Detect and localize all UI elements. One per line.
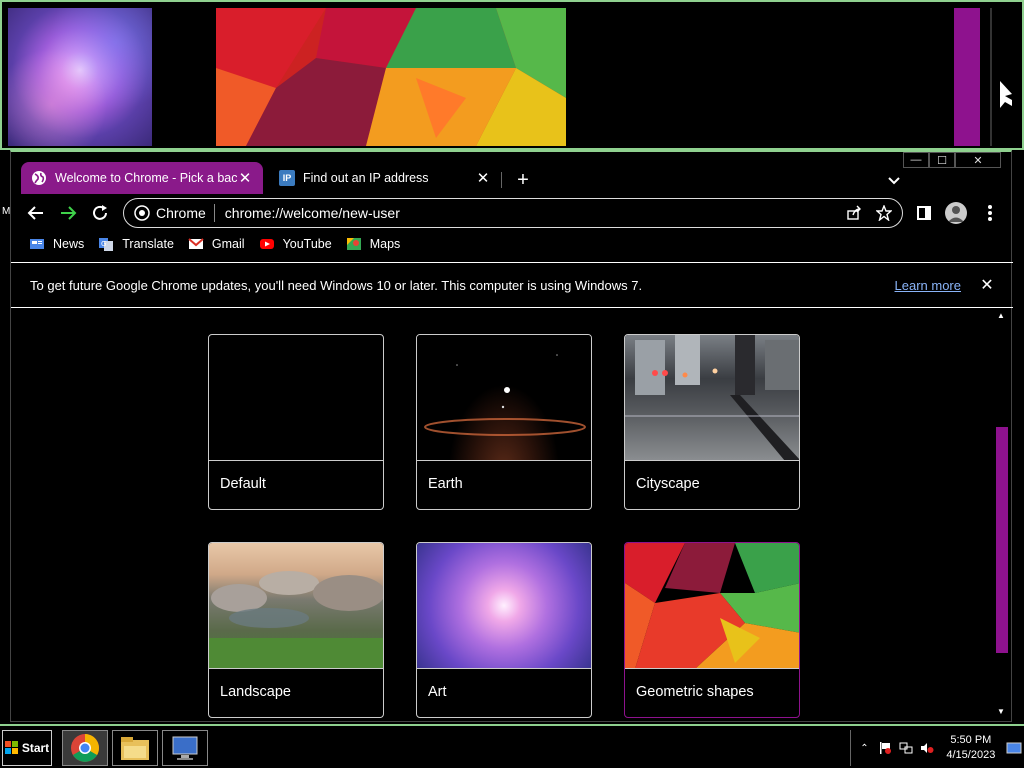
browser-toolbar: Chrome chrome://welcome/new-user xyxy=(11,196,1011,230)
mouse-cursor-icon xyxy=(999,80,1013,115)
tab-ip-address[interactable]: IP Find out an IP address ✕ xyxy=(269,162,501,194)
start-label: Start xyxy=(21,741,50,755)
address-bar[interactable]: Chrome chrome://welcome/new-user xyxy=(123,198,903,228)
taskbar-clock[interactable]: 5:50 PM 4/15/2023 xyxy=(946,733,995,763)
bookmark-news[interactable]: News xyxy=(29,234,84,254)
background-window-strip xyxy=(0,0,1024,150)
share-icon[interactable] xyxy=(842,201,866,225)
profile-avatar[interactable] xyxy=(945,202,967,224)
chrome-app-icon xyxy=(71,734,99,762)
close-infobar-icon[interactable]: ✕ xyxy=(977,275,997,295)
folder-icon xyxy=(121,737,149,760)
tab-title: Find out an IP address xyxy=(303,171,429,185)
update-infobar: To get future Google Chrome updates, you… xyxy=(11,262,1013,308)
start-button[interactable]: Start xyxy=(2,730,52,766)
maps-icon xyxy=(346,238,361,250)
cityscape-preview xyxy=(625,335,799,461)
infobar-message: To get future Google Chrome updates, you… xyxy=(30,277,643,293)
forward-arrow-icon[interactable] xyxy=(55,200,81,226)
back-arrow-icon[interactable] xyxy=(23,200,49,226)
action-center-flag-icon[interactable] xyxy=(878,740,893,756)
scroll-up-arrow-icon[interactable]: ▲ xyxy=(996,311,1006,321)
computer-monitor-icon xyxy=(172,736,198,760)
default-preview xyxy=(209,335,383,461)
windows-logo-icon xyxy=(4,741,18,754)
translate-icon: G xyxy=(99,238,114,251)
background-card-default[interactable]: Default xyxy=(208,334,384,510)
geometric-thumbnail-preview xyxy=(216,8,566,146)
background-card-geometric-shapes[interactable]: Geometric shapes xyxy=(624,542,800,718)
tab-strip: Welcome to Chrome - Pick a background ✕ … xyxy=(11,160,1011,194)
bookmark-gmail[interactable]: Gmail xyxy=(188,234,245,254)
scroll-down-arrow-icon[interactable]: ▼ xyxy=(996,707,1006,717)
chrome-globe-icon xyxy=(31,170,47,186)
show-hidden-icons-chevron-icon[interactable]: ⌃ xyxy=(857,740,872,756)
taskbar-remote-desktop-button[interactable] xyxy=(162,730,208,766)
clock-time: 5:50 PM xyxy=(950,734,992,746)
close-tab-icon[interactable]: ✕ xyxy=(475,169,491,187)
taskbar-explorer-button[interactable] xyxy=(112,730,158,766)
geometric-preview xyxy=(625,543,799,669)
news-icon xyxy=(30,239,44,249)
reload-icon[interactable] xyxy=(87,200,113,226)
system-tray: ⌃ 5:50 PM 4/15/2023 xyxy=(850,730,1022,766)
taskbar-chrome-button[interactable] xyxy=(62,730,108,766)
card-label: Landscape xyxy=(220,684,291,700)
bookmark-label: Gmail xyxy=(211,237,245,251)
ip-site-icon-text: IP xyxy=(282,173,292,183)
card-label: Earth xyxy=(428,476,463,492)
windows-taskbar: Start ⌃ 5:50 PM 4/15/2023 xyxy=(0,724,1024,768)
card-label: Default xyxy=(220,476,266,492)
site-chip-label: Chrome xyxy=(156,205,206,221)
tab-welcome[interactable]: Welcome to Chrome - Pick a background ✕ xyxy=(21,162,263,194)
url-text[interactable]: chrome://welcome/new-user xyxy=(225,205,842,221)
youtube-icon xyxy=(259,239,274,249)
card-label: Art xyxy=(428,684,447,700)
bookmark-maps[interactable]: Maps xyxy=(346,234,401,254)
tab-search-chevron-icon[interactable] xyxy=(883,170,905,192)
background-card-cityscape[interactable]: Cityscape xyxy=(624,334,800,510)
bookmark-star-icon[interactable] xyxy=(872,201,896,225)
chrome-logo-icon xyxy=(134,205,150,221)
scrollbar-thumb[interactable] xyxy=(996,427,1008,653)
bookmarks-bar: News G Translate Gmail YouTube Maps xyxy=(29,234,414,254)
site-chip[interactable]: Chrome xyxy=(134,204,215,222)
page-scrollbar[interactable]: ▲ ▼ xyxy=(991,309,1011,721)
background-card-landscape[interactable]: Landscape xyxy=(208,542,384,718)
background-card-earth[interactable]: Earth xyxy=(416,334,592,510)
tab-separator xyxy=(501,172,502,188)
earth-preview xyxy=(417,335,591,461)
gmail-icon xyxy=(188,238,204,249)
tab-title: Welcome to Chrome - Pick a background xyxy=(55,171,237,185)
bookmark-label: Maps xyxy=(369,237,401,251)
divider xyxy=(990,8,992,146)
bookmark-label: News xyxy=(53,237,85,251)
scroll-accent-bar xyxy=(954,8,980,146)
close-tab-icon[interactable]: ✕ xyxy=(237,169,253,187)
bookmark-label: Translate xyxy=(122,237,174,251)
clock-date: 4/15/2023 xyxy=(946,749,996,761)
landscape-preview xyxy=(209,543,383,669)
new-tab-button[interactable]: + xyxy=(511,168,535,192)
bookmark-translate[interactable]: G Translate xyxy=(98,234,174,254)
menu-kebab-icon[interactable] xyxy=(977,200,1003,226)
card-label: Geometric shapes xyxy=(636,684,754,700)
background-picker: Default Earth Cityscape Landscape Art Ge… xyxy=(11,309,1013,721)
learn-more-link[interactable]: Learn more xyxy=(895,278,961,293)
bookmark-label: YouTube xyxy=(282,237,332,251)
show-desktop-icon[interactable] xyxy=(1005,740,1022,756)
volume-muted-icon[interactable] xyxy=(920,740,935,756)
network-icon[interactable] xyxy=(899,740,914,756)
art-preview xyxy=(417,543,591,669)
chrome-window: — ☐ ✕ Welcome to Chrome - Pick a backgro… xyxy=(10,150,1013,722)
ip-site-icon: IP xyxy=(279,170,295,186)
bookmark-youtube[interactable]: YouTube xyxy=(259,234,332,254)
card-label: Cityscape xyxy=(636,476,700,492)
art-thumbnail-preview xyxy=(8,8,152,146)
background-card-art[interactable]: Art xyxy=(416,542,592,718)
side-panel-icon[interactable] xyxy=(911,200,937,226)
svg-text:G: G xyxy=(101,240,106,248)
